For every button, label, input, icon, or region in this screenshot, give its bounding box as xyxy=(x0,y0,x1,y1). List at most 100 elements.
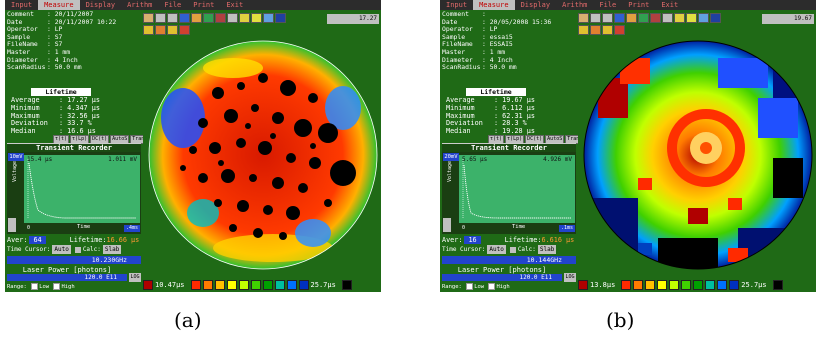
time-cursor-select[interactable]: Auto xyxy=(487,245,506,254)
time-range-button[interactable]: .4ms xyxy=(124,225,140,232)
graph-icon[interactable] xyxy=(263,13,274,23)
display-icon[interactable] xyxy=(203,13,214,23)
laser-power-field[interactable]: 120.0 E11 xyxy=(7,274,127,281)
save-icon[interactable] xyxy=(179,13,190,23)
calc-select[interactable]: Slab xyxy=(537,245,557,254)
menu-display[interactable]: Display xyxy=(515,0,557,10)
range-low-label: Low xyxy=(474,284,485,290)
open-icon[interactable] xyxy=(578,13,589,23)
palette-icon-3[interactable] xyxy=(167,25,178,35)
chart-icon[interactable] xyxy=(710,13,721,23)
menu-input[interactable]: Input xyxy=(5,0,38,10)
screenshot-a: Input Measure Display Arithm File Print … xyxy=(5,0,381,292)
menu-exit[interactable]: Exit xyxy=(655,0,684,10)
frequency-value: 10.144GHz xyxy=(526,256,562,264)
palette-icon-2[interactable] xyxy=(155,25,166,35)
scroll-handle[interactable] xyxy=(8,218,16,232)
legend-max: 25.7µs xyxy=(310,281,336,289)
range-label: Range: xyxy=(442,284,462,290)
menu-file[interactable]: File xyxy=(593,0,622,10)
wand-icon[interactable] xyxy=(686,13,697,23)
range-label: Range: xyxy=(7,284,27,290)
palette-icon-4[interactable] xyxy=(179,25,190,35)
lifetime-label: Lifetime: xyxy=(504,236,542,244)
menu-display[interactable]: Display xyxy=(80,0,122,10)
range-row: Range: Low High xyxy=(442,283,510,291)
palette-icon-2[interactable] xyxy=(590,25,601,35)
average-row: Aver: 16 Lifetime:6.616 µs xyxy=(442,236,576,244)
tool-icon[interactable] xyxy=(674,13,685,23)
voltage-scale-button[interactable]: 10mV xyxy=(8,153,24,161)
transient-recorder: 10mV Voltage 15.4 µs 1.011 mV 0 Time .4m… xyxy=(7,152,141,234)
lifetime-map[interactable] xyxy=(578,38,816,275)
time-range-button[interactable]: .1ms xyxy=(559,225,575,232)
transient-recorder: 20mV Voltage 5.65 µs 4.926 mV 0 Time .1m… xyxy=(442,152,576,234)
menu-arithm[interactable]: Arithm xyxy=(121,0,158,10)
log-button[interactable]: LOG xyxy=(129,273,141,282)
lifetime-map[interactable] xyxy=(143,38,381,275)
menu-bar: Input Measure Display Arithm File Print … xyxy=(5,0,381,10)
voltage-scale-button[interactable]: 20mV xyxy=(443,153,459,161)
aver-count[interactable]: 16 xyxy=(464,236,481,244)
menu-print[interactable]: Print xyxy=(622,0,655,10)
wand-icon[interactable] xyxy=(251,13,262,23)
calc-select[interactable]: Slab xyxy=(102,245,122,254)
menu-measure[interactable]: Measure xyxy=(473,0,515,10)
menu-input[interactable]: Input xyxy=(440,0,473,10)
open-icon[interactable] xyxy=(143,13,154,23)
legend-swatch xyxy=(681,280,692,290)
range-high-checkbox[interactable] xyxy=(53,283,61,290)
scroll-handle[interactable] xyxy=(443,218,451,232)
folder-icon[interactable] xyxy=(191,13,202,23)
toolbar xyxy=(578,13,722,23)
menu-print[interactable]: Print xyxy=(187,0,220,10)
laser-power-title: Laser Power [photons] xyxy=(22,266,112,274)
aver-count[interactable]: 64 xyxy=(29,236,46,244)
sample-info: Comment: 20/11/2007 Date: 20/11/2007 10:… xyxy=(7,10,139,72)
delete-icon[interactable] xyxy=(215,13,226,23)
time-axis-zero: 0 xyxy=(462,225,466,231)
log-button[interactable]: LOG xyxy=(564,273,576,282)
menu-arithm[interactable]: Arithm xyxy=(556,0,593,10)
range-low-checkbox[interactable] xyxy=(466,283,474,290)
menu-file[interactable]: File xyxy=(158,0,187,10)
toolbar-secondary xyxy=(578,25,626,35)
laser-power-field[interactable]: 120.0 E11 xyxy=(442,274,562,281)
info-value: : 50.0 mm xyxy=(482,63,517,72)
palette-icon-4[interactable] xyxy=(614,25,625,35)
range-high-checkbox[interactable] xyxy=(488,283,496,290)
chart-icon[interactable] xyxy=(275,13,286,23)
settings-icon[interactable] xyxy=(227,13,238,23)
display-icon[interactable] xyxy=(638,13,649,23)
info-key: ScanRadius xyxy=(7,63,46,72)
palette-icon-1[interactable] xyxy=(578,25,589,35)
legend-swatch xyxy=(772,280,783,290)
key-icon[interactable] xyxy=(155,13,166,23)
color-legend: 10.47µs 25.7µs xyxy=(143,279,381,291)
palette-icon-3[interactable] xyxy=(602,25,613,35)
value-readout: 17.27 xyxy=(327,14,379,24)
menu-bar: Input Measure Display Arithm File Print … xyxy=(440,0,816,10)
info-value: : 50.0 mm xyxy=(47,63,82,72)
key-icon[interactable] xyxy=(590,13,601,23)
menu-exit[interactable]: Exit xyxy=(220,0,249,10)
decay-curve xyxy=(462,159,571,219)
lifetime-title: Lifetime xyxy=(466,88,526,96)
cursor-toggle[interactable] xyxy=(509,246,516,253)
color-legend: 13.8µs 25.7µs xyxy=(578,279,816,291)
frequency-value: 10.230GHz xyxy=(91,256,127,264)
palette-icon-1[interactable] xyxy=(143,25,154,35)
delete-icon[interactable] xyxy=(650,13,661,23)
tool-icon[interactable] xyxy=(239,13,250,23)
time-cursor-select[interactable]: Auto xyxy=(52,245,71,254)
menu-measure[interactable]: Measure xyxy=(38,0,80,10)
info-icon[interactable] xyxy=(167,13,178,23)
info-icon[interactable] xyxy=(602,13,613,23)
save-icon[interactable] xyxy=(614,13,625,23)
time-axis-zero: 0 xyxy=(27,225,31,231)
range-low-checkbox[interactable] xyxy=(31,283,39,290)
settings-icon[interactable] xyxy=(662,13,673,23)
folder-icon[interactable] xyxy=(626,13,637,23)
graph-icon[interactable] xyxy=(698,13,709,23)
cursor-toggle[interactable] xyxy=(74,246,81,253)
